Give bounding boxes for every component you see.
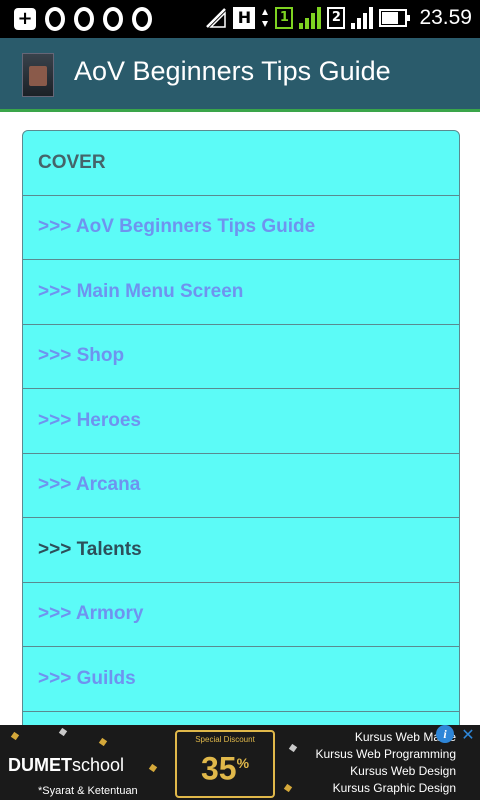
list-header-cover[interactable]: COVER xyxy=(23,131,459,196)
ad-brand-logo: DUMETschool xyxy=(8,755,124,776)
confetti-decoration xyxy=(148,763,158,773)
network-type-icon: H xyxy=(233,7,256,29)
ad-course-item: Kursus Web Maste xyxy=(354,730,456,744)
promo-percent: % xyxy=(236,755,250,771)
ad-info-icon[interactable]: i xyxy=(436,725,454,743)
sim2-signal-icon xyxy=(351,7,374,29)
circle-notification-icon xyxy=(45,7,65,31)
promo-number: 35 xyxy=(200,750,237,787)
circle-notification-icon xyxy=(103,7,123,31)
confetti-decoration xyxy=(283,783,293,793)
ad-brand-light: school xyxy=(72,755,125,775)
ad-terms: *Syarat & Ketentuan xyxy=(38,785,138,797)
app-cover-icon[interactable] xyxy=(22,53,54,97)
confetti-decoration xyxy=(10,731,20,741)
ad-brand-bold: DUMET xyxy=(8,755,72,775)
app-title: AoV Beginners Tips Guide xyxy=(74,56,391,86)
sim2-icon: 2 xyxy=(327,7,346,29)
circle-notification-icon xyxy=(74,7,94,31)
battery-icon xyxy=(379,9,411,27)
data-arrows-icon xyxy=(261,7,269,29)
sim1-signal-icon xyxy=(299,7,322,29)
list-item-main-menu[interactable]: >>> Main Menu Screen xyxy=(23,260,459,325)
list-item-heroes[interactable]: >>> Heroes xyxy=(23,389,459,454)
status-bar: + H 1 2 23.59 xyxy=(0,0,480,38)
content-list-container[interactable]: COVER >>> AoV Beginners Tips Guide >>> M… xyxy=(22,130,460,730)
list-item-armory[interactable]: >>> Armory xyxy=(23,582,459,647)
add-notification-icon: + xyxy=(14,8,36,30)
confetti-decoration xyxy=(288,743,298,753)
ad-promo-caption: Special Discount xyxy=(195,735,255,744)
list-item-arcana[interactable]: >>> Arcana xyxy=(23,453,459,518)
confetti-decoration xyxy=(58,727,68,737)
list-item-talents[interactable]: >>> Talents xyxy=(23,518,459,583)
app-bar: AoV Beginners Tips Guide xyxy=(0,38,480,112)
ad-course-item: Kursus Graphic Design xyxy=(332,781,456,795)
status-right-icons: H 1 2 23.59 xyxy=(205,6,472,30)
ad-promo-badge: Special Discount 35% xyxy=(175,730,275,798)
ad-course-item: Kursus Web Programming xyxy=(315,747,457,761)
chapter-list: COVER >>> AoV Beginners Tips Guide >>> M… xyxy=(22,130,460,730)
list-item-guilds[interactable]: >>> Guilds xyxy=(23,647,459,712)
ad-promo-value: 35% xyxy=(177,744,273,788)
circle-notification-icon xyxy=(132,7,152,31)
ad-banner[interactable]: DUMETschool *Syarat & Ketentuan Special … xyxy=(0,725,480,800)
status-time: 23.59 xyxy=(419,6,472,29)
no-signal-icon xyxy=(205,7,227,29)
ad-close-icon[interactable]: ✕ xyxy=(458,725,478,745)
list-item-beginners-tips[interactable]: >>> AoV Beginners Tips Guide xyxy=(23,195,459,260)
status-left-icons: + xyxy=(14,7,152,31)
sim1-icon: 1 xyxy=(275,7,294,29)
confetti-decoration xyxy=(98,737,108,747)
list-item-shop[interactable]: >>> Shop xyxy=(23,324,459,389)
ad-course-item: Kursus Web Design xyxy=(350,764,456,778)
ad-course-list: Kursus Web Maste Kursus Web Programming … xyxy=(316,729,457,797)
